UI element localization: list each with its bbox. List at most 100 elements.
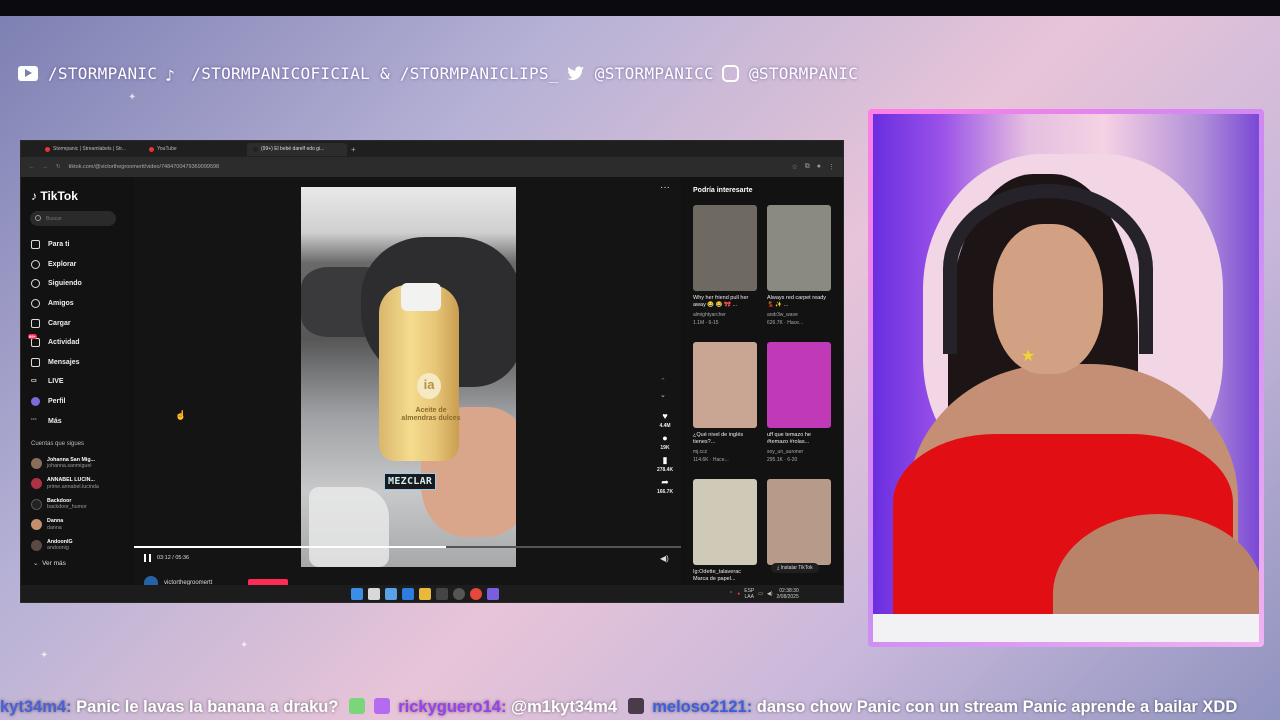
tab-label: Stormpanic | Streamlabels | Str...	[53, 146, 126, 152]
social-handles: /STORMPANIC ♪ /STORMPANICOFICIAL & /STOR…	[18, 60, 858, 86]
following-item[interactable]: AndoonIG andoonig	[31, 535, 99, 556]
avatar	[31, 539, 42, 551]
mic-icon[interactable]: ●	[737, 591, 740, 597]
sidebar-item-explorar[interactable]: Explorar	[31, 255, 82, 275]
chrome-icon[interactable]	[470, 588, 482, 600]
nav-label: Amigos	[48, 300, 74, 308]
sidebar-item-live[interactable]: ▭ LIVE	[31, 372, 82, 392]
bookmark-star-icon[interactable]: ☆	[791, 163, 797, 171]
system-tray: ⌃ ● ESP LAA ▭ ◀) 02:38:30 2/08/2025	[729, 588, 799, 600]
messages-icon	[31, 357, 40, 367]
card-title: ¿Qué nivel de inglés tienes?...	[693, 432, 744, 445]
following-item[interactable]: ANNABEL LUCIN... prime.annabel.lucinda	[31, 474, 99, 495]
sidebar-item-siguiendo[interactable]: Siguiendo	[31, 274, 82, 294]
recommended-card[interactable]: Why her friend pull her away 😂 😂 🎀 ... al…	[693, 205, 757, 342]
following-item[interactable]: Johanna San Mig... johanna.sanmiguel	[31, 453, 99, 474]
sidebar-item-cargar[interactable]: Cargar	[31, 313, 82, 333]
video-thumbnail	[693, 205, 757, 291]
tiktok-logo[interactable]: ♪ TikTok	[31, 189, 78, 203]
new-tab-icon[interactable]: +	[351, 145, 356, 154]
youtube-handle: /STORMPANIC	[48, 63, 158, 83]
menu-icon[interactable]: ⋮	[828, 163, 835, 171]
upload-icon	[31, 318, 40, 328]
url-text[interactable]: tiktok.com/@victorthegroomertt/video/748…	[69, 164, 220, 170]
sidebar-item-para-ti[interactable]: Para ti	[31, 235, 82, 255]
next-video-icon[interactable]: ⌄	[660, 391, 666, 399]
card-stats: 1.1M · 6-15	[693, 320, 719, 326]
sidebar-item-amigos[interactable]: Amigos	[31, 294, 82, 314]
nav-label: Explorar	[48, 260, 77, 268]
bottle-cap	[401, 283, 441, 311]
start-icon[interactable]	[351, 588, 363, 600]
account-user: andoonig	[47, 545, 69, 552]
recommended-panel: Podría interesarte Why her friend pull h…	[691, 177, 841, 589]
recommended-header: Podría interesarte	[693, 187, 753, 194]
tiktok-favicon-icon	[253, 146, 258, 152]
tab-favicon-icon	[45, 146, 50, 152]
card-stats: 626.7K · Hace...	[767, 320, 804, 326]
app-icon[interactable]	[436, 588, 448, 600]
cup-image	[309, 487, 389, 567]
share-icon[interactable]: ➦	[661, 477, 669, 488]
address-bar[interactable]: ← → ↻ tiktok.com/@victorthegroomertt/vid…	[21, 157, 843, 177]
tray-chevron-icon[interactable]: ⌃	[729, 591, 733, 597]
video-player[interactable]: ia Aceite de almendras dulces MEZCLAR ··…	[134, 177, 681, 590]
video-controls: 03:12 / 05:36	[144, 554, 189, 562]
sidebar-item-mas[interactable]: ··· Más	[31, 411, 82, 431]
edge-icon[interactable]	[402, 588, 414, 600]
language-indicator[interactable]: ESP LAA	[744, 588, 754, 600]
back-icon[interactable]: ←	[29, 164, 35, 170]
chat-message: Panic le lavas la banana a draku?	[76, 698, 339, 716]
network-icon[interactable]: ▭	[758, 591, 763, 597]
recommended-card[interactable]: ¿Qué nivel de inglés tienes?... mj.ccz 114…	[693, 342, 757, 479]
bottle-label: Aceite de almendras dulces	[401, 407, 461, 422]
app-icon[interactable]	[487, 588, 499, 600]
recommended-card[interactable]: uff que temazo he #temazo #rolas... soy_u…	[767, 342, 831, 479]
card-title: Ig:Odette_talaverac Marca de papel...	[693, 569, 742, 582]
friends-icon	[31, 299, 40, 309]
browser-tab[interactable]: Stormpanic | Streamlabels | Str...	[39, 143, 139, 156]
install-tiktok-button[interactable]: ⤓ Instalar TikTok	[771, 563, 819, 573]
file-explorer-icon[interactable]	[419, 588, 431, 600]
video-frame[interactable]: ia Aceite de almendras dulces MEZCLAR	[301, 187, 516, 567]
sidebar-nav: Para ti Explorar Siguiendo Amigos Cargar…	[28, 235, 82, 431]
search-icon[interactable]	[368, 588, 380, 600]
bookmark-icon[interactable]: ▮	[663, 455, 668, 466]
live-icon: ▭	[31, 378, 37, 385]
browser-tab-active[interactable]: (99+) El bebé darelf edo gi...	[247, 142, 347, 156]
see-more-link[interactable]: ⌄ Ver más	[33, 559, 66, 567]
extensions-icon[interactable]: ⧉	[805, 163, 810, 171]
reload-icon[interactable]: ↻	[56, 164, 61, 170]
browser-tab[interactable]: YouTube	[143, 143, 243, 156]
chat-username: kyt34m4:	[0, 698, 72, 716]
recommended-card[interactable]: Always red carpet ready💃 ✨ ... andr3w_wav…	[767, 205, 831, 342]
obs-icon[interactable]	[453, 588, 465, 600]
heart-icon[interactable]: ♥	[662, 411, 667, 422]
profile-icon[interactable]: ●	[817, 163, 821, 171]
video-progress-bar[interactable]	[134, 546, 681, 548]
search-input[interactable]: Buscar	[30, 211, 116, 226]
volume-icon[interactable]: ◀)	[767, 591, 773, 597]
account-user: johanna.sanmiguel	[47, 463, 92, 470]
chat-username: meloso2121:	[652, 698, 753, 716]
task-view-icon[interactable]	[385, 588, 397, 600]
sparkle-decoration: ✦	[240, 640, 249, 651]
instagram-handle: @STORMPANIC	[748, 63, 859, 83]
taskbar-clock[interactable]: 02:38:30 2/08/2025	[777, 588, 799, 600]
sidebar-item-perfil[interactable]: Perfil	[31, 392, 82, 412]
video-progress-fill	[134, 546, 446, 548]
nav-label: Más	[48, 417, 62, 425]
avatar	[31, 519, 42, 531]
following-item[interactable]: Danna danna	[31, 515, 99, 536]
youtube-favicon-icon	[149, 146, 154, 152]
more-options-icon[interactable]: ···	[660, 182, 670, 193]
sidebar-item-actividad[interactable]: 99+ Actividad	[28, 333, 82, 353]
forward-icon[interactable]: →	[43, 164, 49, 170]
sidebar-item-mensajes[interactable]: Mensajes	[31, 353, 82, 373]
volume-icon[interactable]: ◀)	[660, 554, 669, 563]
previous-video-icon[interactable]: ⌃	[660, 377, 666, 385]
comment-icon[interactable]: ●	[662, 433, 667, 444]
following-item[interactable]: Backdoor backdoor_humor	[31, 494, 99, 515]
card-user: andr3w_wave	[767, 312, 798, 318]
pause-icon[interactable]	[144, 554, 151, 562]
